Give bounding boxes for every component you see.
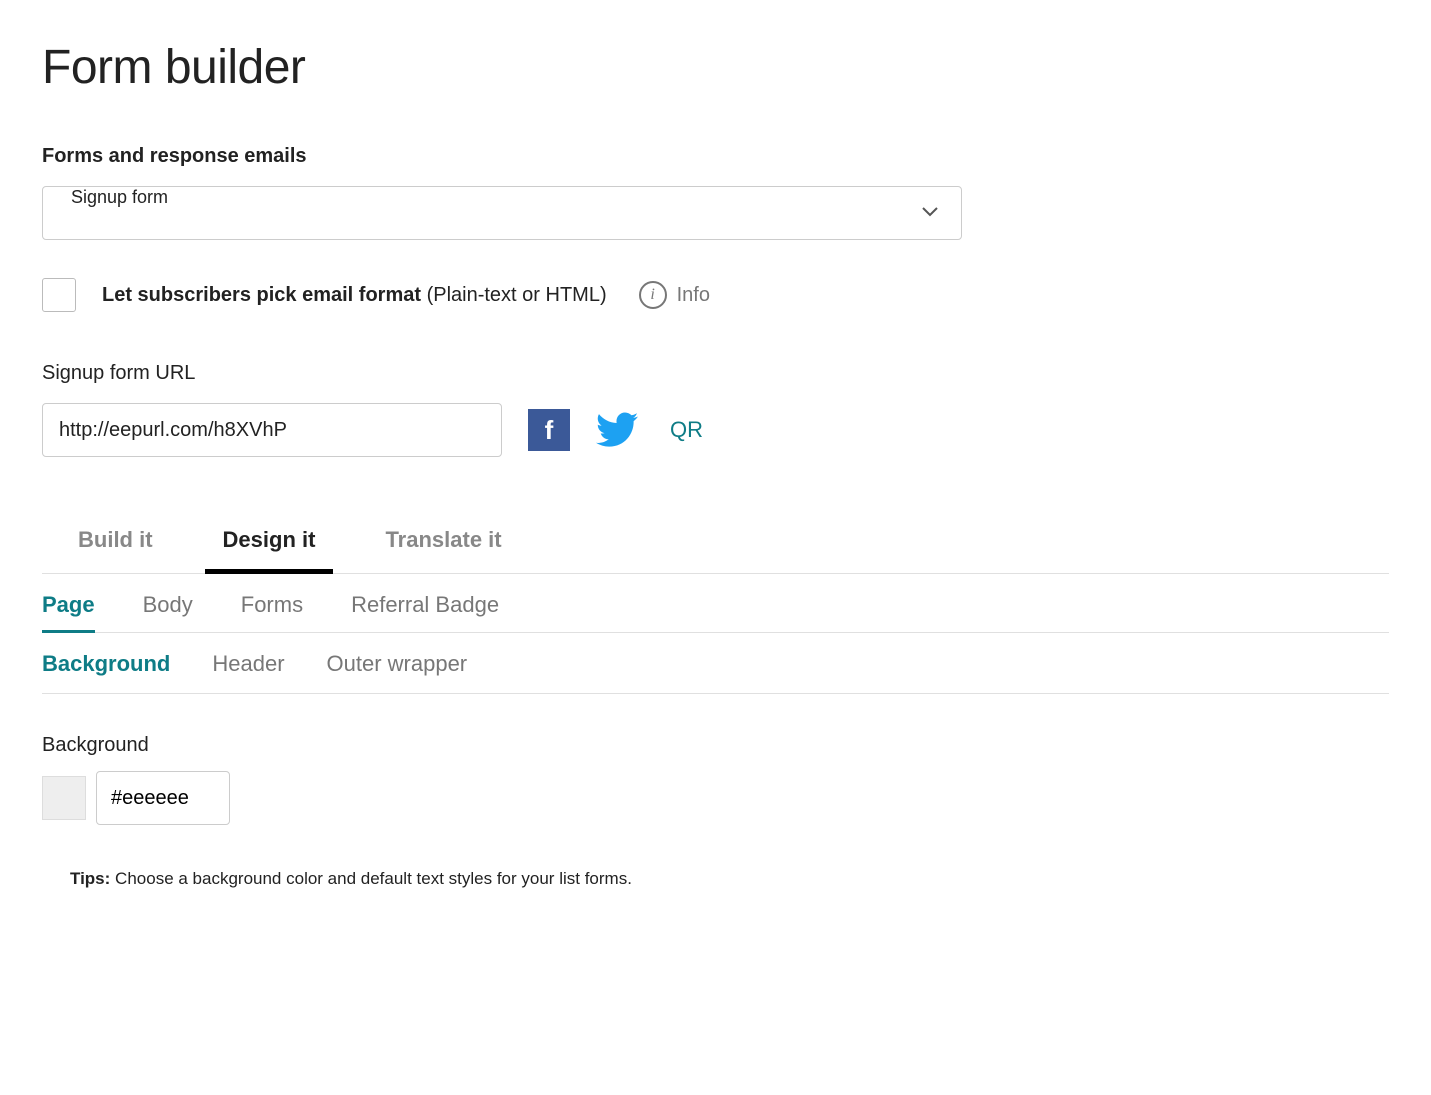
tab-design-it[interactable]: Design it <box>223 517 316 573</box>
email-format-row: Let subscribers pick email format (Plain… <box>42 278 1389 312</box>
twitter-share-button[interactable] <box>596 409 638 451</box>
background-row <box>42 771 1389 825</box>
subtab-forms[interactable]: Forms <box>241 592 303 632</box>
facebook-icon: f <box>545 415 554 446</box>
background-section: Background Tips: Choose a background col… <box>42 694 1389 889</box>
info-text: Info <box>677 284 710 307</box>
signup-url-input[interactable] <box>42 403 502 457</box>
tips-body: Choose a background color and default te… <box>115 869 632 888</box>
subtab-referral-badge[interactable]: Referral Badge <box>351 592 499 632</box>
info-icon[interactable]: i <box>639 281 667 309</box>
email-format-label-suffix: (Plain-text or HTML) <box>427 284 607 306</box>
facebook-share-button[interactable]: f <box>528 409 570 451</box>
email-format-label: Let subscribers pick email format (Plain… <box>102 284 607 307</box>
page-title: Form builder <box>42 40 1389 95</box>
terttab-header[interactable]: Header <box>212 651 284 677</box>
email-format-checkbox[interactable] <box>42 278 76 312</box>
signup-url-label: Signup form URL <box>42 362 1389 385</box>
tips-label: Tips: <box>70 869 110 888</box>
tabs-main: Build it Design it Translate it <box>42 517 1389 574</box>
subtab-page[interactable]: Page <box>42 592 95 632</box>
terttab-background[interactable]: Background <box>42 651 170 677</box>
qr-link[interactable]: QR <box>670 417 703 443</box>
color-swatch[interactable] <box>42 776 86 820</box>
twitter-icon <box>596 412 638 448</box>
form-select-wrap[interactable]: Signup form <box>42 186 962 240</box>
tabs-tert: Background Header Outer wrapper <box>42 633 1389 694</box>
color-input[interactable] <box>96 771 230 825</box>
tabs-sub: Page Body Forms Referral Badge <box>42 574 1389 633</box>
tips-text: Tips: Choose a background color and defa… <box>42 869 1389 889</box>
forms-section-label: Forms and response emails <box>42 145 1389 168</box>
info-wrap: i Info <box>639 281 710 309</box>
tab-translate-it[interactable]: Translate it <box>385 517 501 573</box>
subtab-body[interactable]: Body <box>143 592 193 632</box>
background-label: Background <box>42 734 1389 757</box>
signup-url-row: f QR <box>42 403 1389 457</box>
form-select[interactable]: Signup form <box>42 186 962 240</box>
tab-build-it[interactable]: Build it <box>78 517 153 573</box>
email-format-label-bold: Let subscribers pick email format <box>102 284 421 306</box>
terttab-outer-wrapper[interactable]: Outer wrapper <box>327 651 468 677</box>
